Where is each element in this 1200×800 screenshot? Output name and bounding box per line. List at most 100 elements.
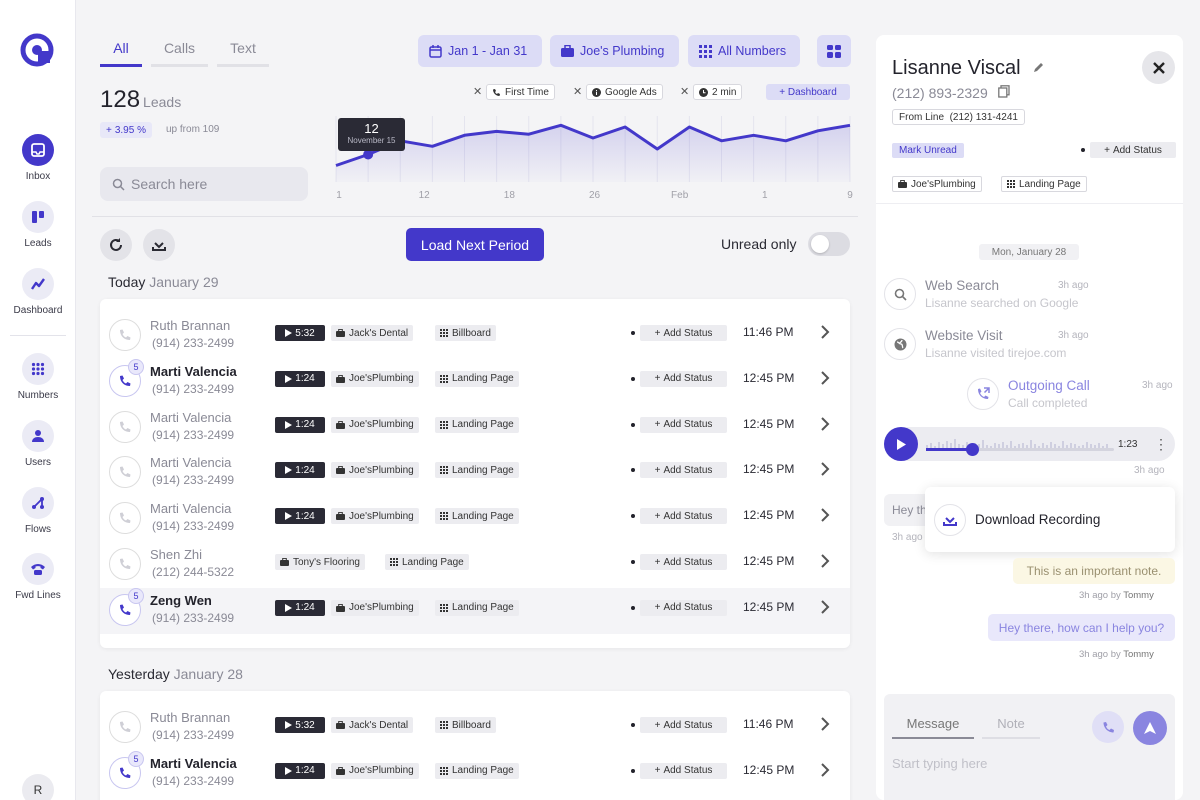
chevron-right-icon[interactable] <box>820 508 830 527</box>
source-tag[interactable]: Billboard <box>435 325 496 341</box>
download-button[interactable] <box>143 229 175 261</box>
chevron-right-icon[interactable] <box>820 462 830 481</box>
tag-label: Landing Page <box>452 464 514 476</box>
refresh-button[interactable] <box>100 229 132 261</box>
sidebar-item-inbox[interactable]: Inbox <box>0 134 76 182</box>
source-tag[interactable]: Landing Page <box>435 508 519 525</box>
download-recording-menu-item[interactable]: Download Recording <box>925 487 1175 552</box>
add-status-button[interactable]: + Add Status <box>640 554 727 570</box>
company-tag[interactable]: Jack's Dental <box>331 717 414 733</box>
seek-handle[interactable] <box>966 443 979 456</box>
play-recording-button[interactable]: 1:24 <box>275 762 325 779</box>
company-tag[interactable]: Joe'sPlumbing <box>331 370 419 387</box>
company-tag[interactable]: Tony's Flooring <box>275 554 365 570</box>
tab-calls[interactable]: Calls <box>151 40 208 67</box>
tag-label: Joe'sPlumbing <box>349 602 414 614</box>
remove-filter-icon[interactable]: ✕ <box>680 85 689 98</box>
chevron-right-icon[interactable] <box>820 554 830 573</box>
contact-tag[interactable]: Landing Page <box>1001 176 1087 192</box>
seek-bar[interactable] <box>926 443 1114 456</box>
add-status-button[interactable]: + Add Status <box>640 762 727 779</box>
company-tag[interactable]: Joe'sPlumbing <box>331 462 419 479</box>
play-recording-button[interactable]: 1:24 <box>275 599 325 616</box>
tab-text[interactable]: Text <box>217 40 269 67</box>
table-row[interactable]: Ruth Brannan (914) 233-2499 5:32 Jack's … <box>100 705 850 751</box>
tab-note[interactable]: Note <box>982 716 1040 739</box>
company-tag[interactable]: Joe'sPlumbing <box>331 416 419 433</box>
chevron-right-icon[interactable] <box>820 371 830 390</box>
search-input[interactable] <box>131 176 291 192</box>
message-input[interactable] <box>892 756 1162 771</box>
company-tag[interactable]: Joe'sPlumbing <box>331 599 419 616</box>
table-row[interactable]: Marti Valencia (914) 233-2499 1:24 Joe's… <box>100 405 850 451</box>
play-recording-button[interactable]: 5:32 <box>275 717 325 733</box>
source-tag[interactable]: Landing Page <box>435 599 519 616</box>
sidebar-item-flows[interactable]: Flows <box>0 487 76 535</box>
add-status-button[interactable]: + Add Status <box>640 370 727 387</box>
table-row[interactable]: 5 Marti Valencia (914) 233-2499 1:24 Joe… <box>100 358 850 405</box>
send-button[interactable] <box>1133 711 1167 745</box>
source-tag[interactable]: Landing Page <box>435 462 519 479</box>
tab-all[interactable]: All <box>100 40 142 67</box>
unread-only-toggle[interactable] <box>808 232 850 256</box>
company-filter-button[interactable]: Joe's Plumbing <box>550 35 679 67</box>
more-options-icon[interactable]: ⋮ <box>1154 436 1168 453</box>
add-status-button[interactable]: + Add Status <box>1090 142 1176 158</box>
company-tag[interactable]: Joe'sPlumbing <box>331 762 419 779</box>
table-row[interactable]: 5 Marti Valencia (914) 233-2499 1:24 Joe… <box>100 750 850 797</box>
company-tag[interactable]: Jack's Dental <box>331 325 414 341</box>
call-button[interactable] <box>1092 711 1124 743</box>
mark-unread-button[interactable]: Mark Unread <box>892 143 964 158</box>
table-row[interactable]: Marti Valencia (914) 233-2499 1:24 Joe's… <box>100 496 850 542</box>
source-tag[interactable]: Landing Page <box>435 762 519 779</box>
copy-icon[interactable] <box>997 85 1010 98</box>
play-recording-button[interactable]: 5:32 <box>275 325 325 341</box>
chevron-right-icon[interactable] <box>820 763 830 782</box>
tab-message[interactable]: Message <box>892 716 974 739</box>
filter-chip-duration[interactable]: 2 min <box>693 84 743 100</box>
play-recording-button[interactable]: 1:24 <box>275 370 325 387</box>
chevron-right-icon[interactable] <box>820 416 830 436</box>
company-tag[interactable]: Joe'sPlumbing <box>331 508 419 525</box>
source-tag[interactable]: Landing Page <box>435 416 519 433</box>
contact-tag[interactable]: Joe'sPlumbing <box>892 176 982 192</box>
add-status-button[interactable]: + Add Status <box>640 599 727 616</box>
load-next-period-button[interactable]: Load Next Period <box>406 228 544 261</box>
date-range-button[interactable]: Jan 1 - Jan 31 <box>418 35 542 67</box>
avatar[interactable]: R <box>22 774 54 800</box>
edit-icon[interactable] <box>1032 60 1046 74</box>
filter-chip-first-time[interactable]: First Time <box>486 84 555 100</box>
play-recording-button[interactable]: 1:24 <box>275 416 325 433</box>
play-button[interactable] <box>884 427 918 461</box>
chevron-right-icon[interactable] <box>820 325 830 344</box>
sidebar-item-fwd-lines[interactable]: Fwd Lines <box>0 553 76 601</box>
add-status-button[interactable]: + Add Status <box>640 416 727 433</box>
table-row[interactable]: 5 Zeng Wen (914) 233-2499 1:24 Joe'sPlum… <box>100 587 850 634</box>
remove-filter-icon[interactable]: ✕ <box>573 85 582 98</box>
remove-filter-icon[interactable]: ✕ <box>473 85 482 98</box>
sidebar-item-dashboard[interactable]: Dashboard <box>0 268 76 316</box>
filter-chip-google-ads[interactable]: Google Ads <box>586 84 663 100</box>
add-status-button[interactable]: + Add Status <box>640 508 727 525</box>
source-tag[interactable]: Landing Page <box>435 370 519 387</box>
close-button[interactable] <box>1142 51 1175 84</box>
source-tag[interactable]: Landing Page <box>385 554 469 570</box>
play-recording-button[interactable]: 1:24 <box>275 508 325 525</box>
layout-toggle-button[interactable] <box>817 35 851 67</box>
numbers-filter-button[interactable]: All Numbers <box>688 35 800 67</box>
source-tag[interactable]: Billboard <box>435 717 496 733</box>
dashboard-link[interactable]: + Dashboard <box>766 84 850 100</box>
table-row[interactable]: Shen Zhi (212) 244-5322 Tony's Flooring … <box>100 542 850 588</box>
chevron-right-icon[interactable] <box>820 600 830 619</box>
table-row[interactable]: Marti Valencia (914) 233-2499 1:24 Joe's… <box>100 450 850 496</box>
add-status-button[interactable]: + Add Status <box>640 325 727 341</box>
add-status-button[interactable]: + Add Status <box>640 717 727 733</box>
add-status-button[interactable]: + Add Status <box>640 462 727 479</box>
play-recording-button[interactable]: 1:24 <box>275 462 325 479</box>
sidebar-item-numbers[interactable]: Numbers <box>0 353 76 401</box>
sidebar-item-users[interactable]: Users <box>0 420 76 468</box>
chevron-right-icon[interactable] <box>820 717 830 736</box>
table-row[interactable]: Ruth Brannan (914) 233-2499 5:32 Jack's … <box>100 313 850 359</box>
app-logo[interactable] <box>20 33 54 67</box>
sidebar-item-leads[interactable]: Leads <box>0 201 76 249</box>
